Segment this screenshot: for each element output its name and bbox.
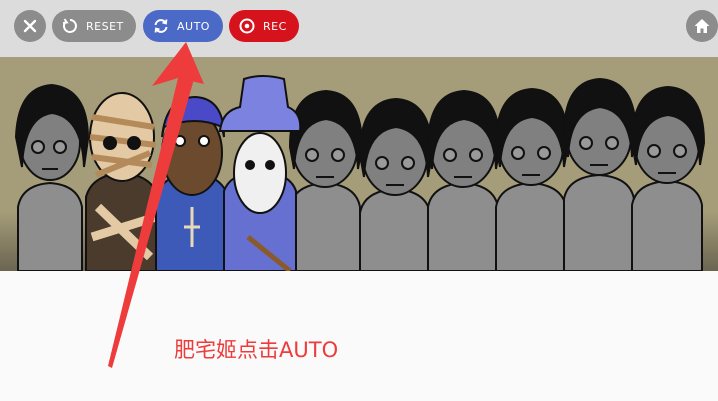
rec-button[interactable]: REC: [229, 10, 299, 42]
reset-icon: [61, 17, 79, 35]
record-icon: [238, 17, 256, 35]
auto-label: AUTO: [177, 19, 210, 33]
character-lineup: [14, 75, 706, 271]
character-hat: [218, 75, 302, 271]
character-bandana: [155, 95, 229, 271]
close-icon: [23, 19, 37, 33]
reset-button[interactable]: RESET: [52, 10, 136, 42]
rec-label: REC: [263, 19, 287, 33]
character-4: [426, 89, 502, 271]
character-2: [288, 89, 364, 271]
character-7: [630, 85, 706, 271]
character-6: [562, 77, 638, 271]
close-button[interactable]: [14, 10, 46, 42]
auto-refresh-icon: [152, 17, 170, 35]
character-5: [494, 87, 570, 271]
character-1: [14, 83, 90, 271]
home-button[interactable]: [686, 10, 718, 42]
auto-button[interactable]: AUTO: [143, 10, 223, 42]
reset-label: RESET: [86, 19, 124, 33]
character-3: [358, 97, 434, 271]
home-icon: [694, 19, 710, 33]
toolbar: RESET AUTO REC: [0, 0, 718, 57]
annotation-caption: 肥宅姬点击AUTO: [174, 338, 339, 362]
character-mummy: [85, 92, 159, 271]
character-stage: [0, 57, 718, 271]
